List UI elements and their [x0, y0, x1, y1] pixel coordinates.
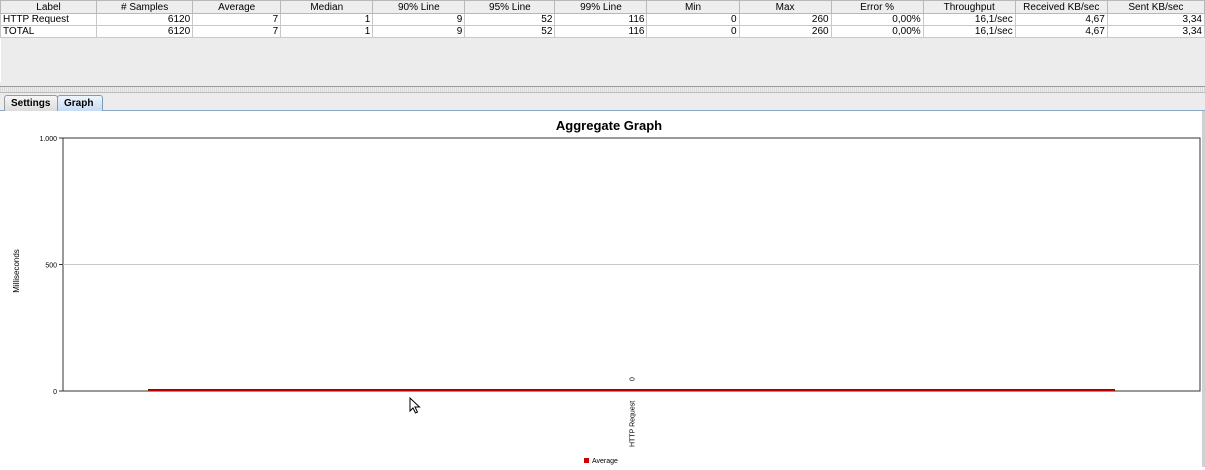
table-cell: 7 [192, 13, 282, 26]
column-header[interactable]: Error % [830, 0, 924, 14]
y-tick-label: 500 [45, 263, 57, 270]
table-cell: 116 [554, 25, 648, 38]
table-cell: 3,34 [1106, 25, 1205, 38]
table-cell: HTTP Request [0, 13, 98, 26]
tab-settings[interactable]: Settings [4, 95, 58, 111]
aggregate-graph-chart: Aggregate Graph Milliseconds 0 500 1.000 0… [12, 118, 1201, 465]
table-cell: 260 [738, 25, 832, 38]
table-cell: 0 [646, 13, 740, 26]
table-cell: 52 [464, 13, 556, 26]
legend-label: Average [592, 458, 618, 465]
table-cell: 1 [280, 13, 374, 26]
empty-row [0, 37, 1205, 49]
legend-swatch [584, 458, 589, 463]
table-cell: 0 [646, 25, 740, 38]
column-header[interactable]: 95% Line [464, 0, 556, 14]
table-cell: 1 [280, 25, 374, 38]
column-header[interactable]: 99% Line [554, 0, 648, 14]
x-category-label: HTTP Request [630, 401, 637, 447]
column-header[interactable]: # Samples [96, 0, 194, 14]
y-tick-label: 1.000 [39, 136, 57, 143]
table-cell: 9 [372, 13, 466, 26]
table-cell: 9 [372, 25, 466, 38]
aggregate-report-table: Label # Samples Average Median 90% Line 95% L… [0, 0, 1205, 82]
results-table-panel: Label # Samples Average Median 90% Line 95% L… [0, 0, 1205, 87]
table-row[interactable]: TOTAL 6120 7 1 9 52 116 0 260 0,00% 16,1/sec 4,67 3,… [0, 25, 1205, 38]
bar-value-label: 0 [630, 377, 637, 381]
column-header[interactable]: Max [738, 0, 832, 14]
table-header-row: Label # Samples Average Median 90% Line 95% L… [0, 0, 1205, 14]
table-cell: 0,00% [830, 13, 924, 26]
y-axis-label: Milliseconds [12, 249, 21, 293]
table-cell: 6120 [96, 25, 194, 38]
column-header[interactable]: Received KB/sec [1014, 0, 1108, 14]
table-cell: 3,34 [1106, 13, 1205, 26]
table-row[interactable]: HTTP Request 6120 7 1 9 52 116 0 260 0,00% 16,1/se… [0, 13, 1205, 26]
table-cell: 4,67 [1014, 25, 1108, 38]
chart-title: Aggregate Graph [556, 118, 662, 133]
tab-bar: Settings Graph [0, 93, 1205, 111]
column-header[interactable]: Label [0, 0, 98, 14]
empty-row [0, 49, 1205, 60]
column-header[interactable]: Median [280, 0, 374, 14]
empty-row [0, 71, 1205, 82]
table-cell: 6120 [96, 13, 194, 26]
table-cell: TOTAL [0, 25, 98, 38]
graph-panel: Aggregate Graph Milliseconds 0 500 1.000 0… [0, 111, 1205, 467]
empty-row [0, 60, 1205, 71]
table-cell: 116 [554, 13, 648, 26]
table-cell: 7 [192, 25, 282, 38]
column-header[interactable]: Throughput [922, 0, 1016, 14]
table-cell: 16,1/sec [922, 25, 1016, 38]
y-tick-label: 0 [53, 389, 57, 396]
column-header[interactable]: Average [192, 0, 282, 14]
column-header[interactable]: 90% Line [372, 0, 466, 14]
table-cell: 4,67 [1014, 13, 1108, 26]
table-cell: 16,1/sec [922, 13, 1016, 26]
tab-graph[interactable]: Graph [57, 95, 103, 111]
mouse-pointer-icon [409, 396, 421, 417]
table-cell: 0,00% [830, 25, 924, 38]
table-cell: 52 [464, 25, 556, 38]
column-header[interactable]: Min [646, 0, 740, 14]
bar-average [148, 388, 1115, 392]
table-cell: 260 [738, 13, 832, 26]
column-header[interactable]: Sent KB/sec [1106, 0, 1205, 14]
